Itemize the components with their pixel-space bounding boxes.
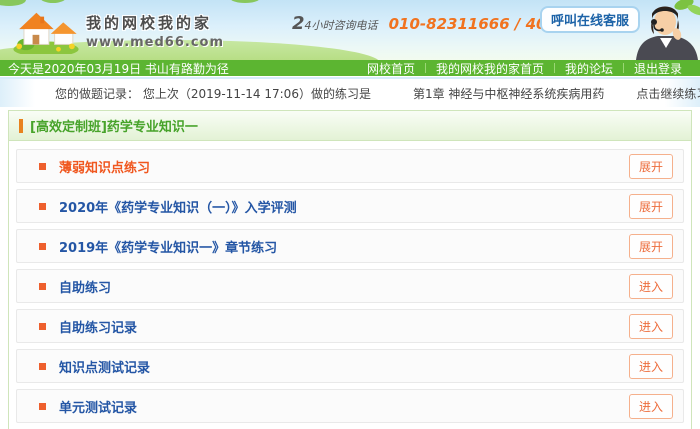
logo-title: 我的网校我的家 [86, 12, 224, 33]
continue-practice-link[interactable]: 点击继续练习 [636, 85, 700, 102]
practice-row-action-button[interactable]: 展开 [629, 154, 673, 179]
practice-row: 薄弱知识点练习 展开 [16, 149, 684, 183]
houses-logo-icon [12, 8, 80, 54]
practice-row: 自助练习记录 进入 [16, 309, 684, 343]
exercise-record-bar: 您的做题记录： 您上次（2019-11-14 17:06）做的练习是 第1章 神… [0, 79, 700, 107]
practice-row: 2019年《药学专业知识一》章节练习 展开 [16, 229, 684, 263]
bullet-icon [39, 403, 46, 410]
bullet-icon [39, 203, 46, 210]
practice-row-label[interactable]: 薄弱知识点练习 [59, 157, 150, 176]
nav-link-logout[interactable]: 退出登录 [624, 60, 692, 77]
practice-row-list: 薄弱知识点练习展开2020年《药学专业知识（一）》入学评测展开2019年《药学专… [9, 141, 691, 429]
course-panel-header: [高效定制班]药学专业知识一 [9, 111, 691, 141]
practice-row: 单元测试记录 进入 [16, 389, 684, 423]
hotline-label: 2 [292, 13, 305, 34]
nav-date-text: 今天是2020年03月19日 书山有路勤为径 [8, 60, 357, 77]
bullet-icon [39, 363, 46, 370]
site-header: 我的网校我的家 www.med66.com 24小时咨询电话 010-82311… [0, 0, 700, 60]
logo-url: www.med66.com [86, 35, 224, 50]
logo-text: 我的网校我的家 www.med66.com [86, 12, 224, 50]
top-navbar: 今天是2020年03月19日 书山有路勤为径 网校首页 我的网校我的家首页 我的… [0, 60, 700, 77]
practice-row-action-button[interactable]: 展开 [629, 194, 673, 219]
record-prefix-text: 您的做题记录： 您上次（2019-11-14 17:06）做的练习是 [55, 85, 371, 102]
nav-links: 网校首页 我的网校我的家首页 我的论坛 退出登录 [357, 60, 692, 77]
practice-row-label[interactable]: 自助练习 [59, 277, 111, 296]
site-logo[interactable]: 我的网校我的家 www.med66.com [12, 8, 224, 54]
bullet-icon [39, 243, 46, 250]
practice-row-action-button[interactable]: 展开 [629, 234, 673, 259]
course-panel: [高效定制班]药学专业知识一 薄弱知识点练习展开2020年《药学专业知识（一）》… [8, 110, 692, 429]
practice-row: 知识点测试记录 进入 [16, 349, 684, 383]
grass-decoration [0, 0, 26, 6]
practice-row: 自助练习 进入 [16, 269, 684, 303]
nav-link-home[interactable]: 网校首页 [357, 60, 425, 77]
course-panel-title: [高效定制班]药学专业知识一 [30, 116, 198, 135]
practice-row-label[interactable]: 2020年《药学专业知识（一）》入学评测 [59, 197, 297, 216]
practice-row: 2020年《药学专业知识（一）》入学评测 展开 [16, 189, 684, 223]
customer-service-agent-image [608, 0, 700, 60]
grass-decoration [230, 0, 260, 3]
record-chapter-text: 第1章 神经与中枢神经系统疾病用药 [413, 85, 604, 102]
practice-row-label[interactable]: 单元测试记录 [59, 397, 137, 416]
orange-bar-icon [19, 119, 23, 133]
practice-row-action-button[interactable]: 进入 [629, 394, 673, 419]
grass-decoration [40, 0, 66, 3]
bullet-icon [39, 283, 46, 290]
practice-row-action-button[interactable]: 进入 [629, 274, 673, 299]
nav-link-forum[interactable]: 我的论坛 [555, 60, 623, 77]
practice-row-label[interactable]: 自助练习记录 [59, 317, 137, 336]
bullet-icon [39, 323, 46, 330]
hotline-label-rest: 4小时咨询电话 [305, 19, 378, 32]
practice-row-action-button[interactable]: 进入 [629, 354, 673, 379]
practice-row-label[interactable]: 2019年《药学专业知识一》章节练习 [59, 237, 277, 256]
bullet-icon [39, 163, 46, 170]
nav-link-my-home[interactable]: 我的网校我的家首页 [426, 60, 554, 77]
practice-row-label[interactable]: 知识点测试记录 [59, 357, 150, 376]
practice-row-action-button[interactable]: 进入 [629, 314, 673, 339]
